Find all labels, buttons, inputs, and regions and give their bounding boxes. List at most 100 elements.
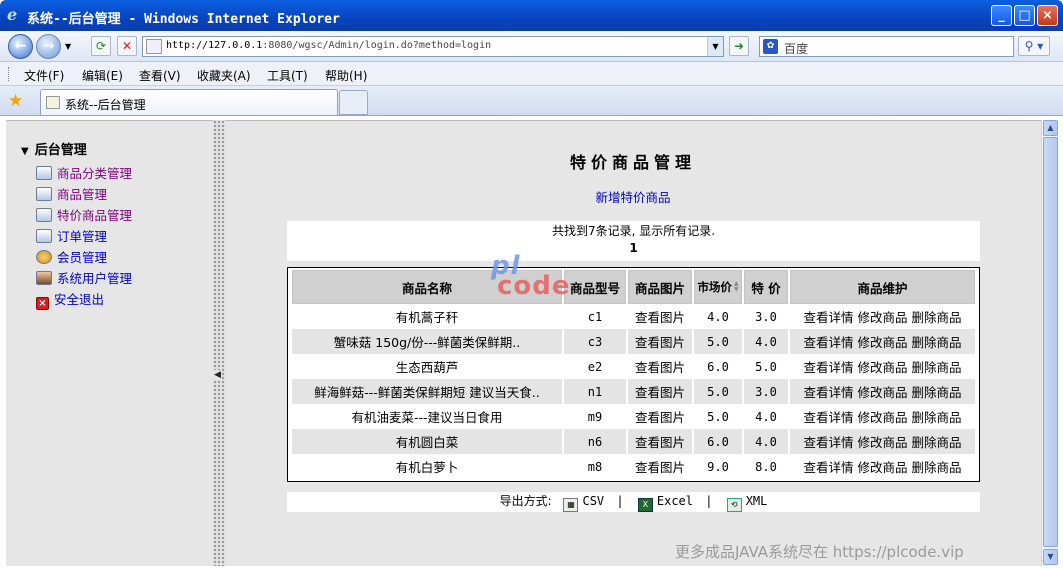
minimize-button[interactable]: _ xyxy=(991,5,1012,26)
favorites-star-icon[interactable]: ★ xyxy=(8,91,23,111)
detail-link[interactable]: 查看详情 xyxy=(803,410,853,425)
view-image-link[interactable]: 查看图片 xyxy=(628,429,692,454)
menu-help[interactable]: 帮助(H) xyxy=(325,67,367,84)
edit-link[interactable]: 修改商品 xyxy=(857,310,907,325)
excel-icon[interactable]: X xyxy=(637,498,653,512)
cell-market-price: 6.0 xyxy=(707,359,729,374)
cell-actions: 查看详情 修改商品 删除商品 xyxy=(790,379,975,404)
delete-link[interactable]: 删除商品 xyxy=(911,335,961,350)
col-header-actions[interactable]: 商品维护 xyxy=(790,270,975,304)
menu-favorites[interactable]: 收藏夹(A) xyxy=(197,67,251,84)
search-button[interactable]: ⚲ ▾ xyxy=(1018,36,1050,56)
navigation-bar: ← → ▼ ⟳ ✕ http://127.0.0.1:8080/wgsc/Adm… xyxy=(0,31,1063,62)
refresh-button[interactable]: ⟳ xyxy=(91,36,111,56)
detail-link[interactable]: 查看详情 xyxy=(803,385,853,400)
address-path: :8080/wgsc/Admin/login.do?method=login xyxy=(262,40,492,51)
baidu-paw-icon: ✿ xyxy=(763,39,778,54)
users-icon xyxy=(36,250,52,264)
view-image-link[interactable]: 查看图片 xyxy=(628,379,692,404)
address-url[interactable]: http://127.0.0.1:8080/wgsc/Admin/login.d… xyxy=(166,40,491,51)
detail-link[interactable]: 查看详情 xyxy=(803,310,853,325)
col-header-image[interactable]: 商品图片 xyxy=(628,270,692,304)
collapse-left-icon[interactable]: ◀ xyxy=(214,370,221,380)
search-box[interactable]: ✿ 百度 xyxy=(759,36,1014,57)
address-dropdown-icon[interactable]: ▼ xyxy=(707,37,723,56)
delete-link[interactable]: 删除商品 xyxy=(911,435,961,450)
menu-edit[interactable]: 编辑(E) xyxy=(82,67,123,84)
delete-link[interactable]: 删除商品 xyxy=(911,310,961,325)
detail-link[interactable]: 查看详情 xyxy=(803,360,853,375)
page-number[interactable]: 1 xyxy=(287,241,980,255)
export-xml-link[interactable]: XML xyxy=(746,494,768,508)
sidebar-item-label: 安全退出 xyxy=(54,292,105,307)
back-button[interactable]: ← xyxy=(8,34,33,59)
col-header-market-price[interactable]: 市场价 ▲ ▼ xyxy=(694,270,742,304)
col-header-model[interactable]: 商品型号 xyxy=(564,270,626,304)
sidebar-item-label: 会员管理 xyxy=(57,250,108,265)
menu-file[interactable]: 文件(F) xyxy=(24,67,64,84)
detail-link[interactable]: 查看详情 xyxy=(803,335,853,350)
cell-model: m9 xyxy=(587,409,603,424)
col-header-name[interactable]: 商品名称 xyxy=(292,270,562,304)
edit-link[interactable]: 修改商品 xyxy=(857,385,907,400)
stop-button[interactable]: ✕ xyxy=(117,36,137,56)
delete-link[interactable]: 删除商品 xyxy=(911,360,961,375)
cell-actions: 查看详情 修改商品 删除商品 xyxy=(790,429,975,454)
csv-icon[interactable]: ▦ xyxy=(563,498,579,512)
sidebar-item-category[interactable]: 商品分类管理 xyxy=(36,163,132,182)
delete-link[interactable]: 删除商品 xyxy=(911,460,961,475)
table-row: 鲜海鲜菇---鲜菌类保鲜期短 建议当天食.. n1 查看图片 5.0 3.0 查… xyxy=(292,379,975,404)
edit-link[interactable]: 修改商品 xyxy=(857,360,907,375)
sidebar-item-special-products[interactable]: 特价商品管理 xyxy=(36,205,132,224)
address-bar[interactable]: http://127.0.0.1:8080/wgsc/Admin/login.d… xyxy=(142,36,724,57)
xml-icon[interactable]: ⟲ xyxy=(726,498,742,512)
collapse-triangle-icon: ▼ xyxy=(21,146,29,157)
menu-tools[interactable]: 工具(T) xyxy=(267,67,308,84)
export-csv-link[interactable]: CSV xyxy=(582,494,604,508)
sidebar-item-logout[interactable]: × 安全退出 xyxy=(36,289,104,310)
view-image-link[interactable]: 查看图片 xyxy=(628,304,692,329)
delete-link[interactable]: 删除商品 xyxy=(911,385,961,400)
sort-icon[interactable]: ▲ ▼ xyxy=(734,281,739,293)
sidebar-item-label: 商品分类管理 xyxy=(57,166,133,181)
image-icon xyxy=(36,229,52,243)
view-image-link[interactable]: 查看图片 xyxy=(628,404,692,429)
edit-link[interactable]: 修改商品 xyxy=(857,410,907,425)
scroll-up-icon[interactable]: ▲ xyxy=(1043,120,1058,136)
sidebar-heading[interactable]: ▼ 后台管理 xyxy=(21,139,87,158)
view-image-link[interactable]: 查看图片 xyxy=(628,329,692,354)
maximize-button[interactable]: □ xyxy=(1014,5,1035,26)
view-image-link[interactable]: 查看图片 xyxy=(628,454,692,479)
edit-link[interactable]: 修改商品 xyxy=(857,460,907,475)
view-image-link[interactable]: 查看图片 xyxy=(628,354,692,379)
page-icon xyxy=(146,39,162,54)
sidebar-item-system-users[interactable]: 系统用户管理 xyxy=(36,268,132,287)
export-excel-link[interactable]: Excel xyxy=(657,494,693,508)
detail-link[interactable]: 查看详情 xyxy=(803,435,853,450)
sidebar-item-products[interactable]: 商品管理 xyxy=(36,184,107,203)
forward-button[interactable]: → xyxy=(36,34,61,59)
edit-link[interactable]: 修改商品 xyxy=(857,335,907,350)
cell-actions: 查看详情 修改商品 删除商品 xyxy=(790,354,975,379)
sidebar-item-orders[interactable]: 订单管理 xyxy=(36,226,107,245)
address-host: http://127.0.0.1 xyxy=(166,40,263,51)
table-row: 有机油麦菜---建议当日食用 m9 查看图片 5.0 4.0 查看详情 修改商品… xyxy=(292,404,975,429)
sidebar-item-members[interactable]: 会员管理 xyxy=(36,247,107,266)
close-button[interactable]: × xyxy=(1037,5,1058,26)
vertical-scrollbar[interactable]: ▲ ▼ xyxy=(1041,120,1058,566)
scroll-down-icon[interactable]: ▼ xyxy=(1043,549,1058,565)
new-tab-button[interactable] xyxy=(339,90,368,115)
tab-admin[interactable]: 系统--后台管理 xyxy=(40,89,338,115)
detail-link[interactable]: 查看详情 xyxy=(803,460,853,475)
cell-market-price: 9.0 xyxy=(707,459,729,474)
delete-link[interactable]: 删除商品 xyxy=(911,410,961,425)
new-special-product-link[interactable]: 新增特价商品 xyxy=(225,187,1041,206)
toolbar-grip xyxy=(8,67,11,81)
menu-view[interactable]: 查看(V) xyxy=(139,67,181,84)
scroll-thumb[interactable] xyxy=(1043,137,1058,547)
go-button[interactable]: ➜ xyxy=(729,36,749,56)
frame-splitter[interactable]: ◀ xyxy=(213,120,225,566)
edit-link[interactable]: 修改商品 xyxy=(857,435,907,450)
col-header-special-price[interactable]: 特 价 xyxy=(744,270,788,304)
history-dropdown-icon[interactable]: ▼ xyxy=(65,42,71,51)
